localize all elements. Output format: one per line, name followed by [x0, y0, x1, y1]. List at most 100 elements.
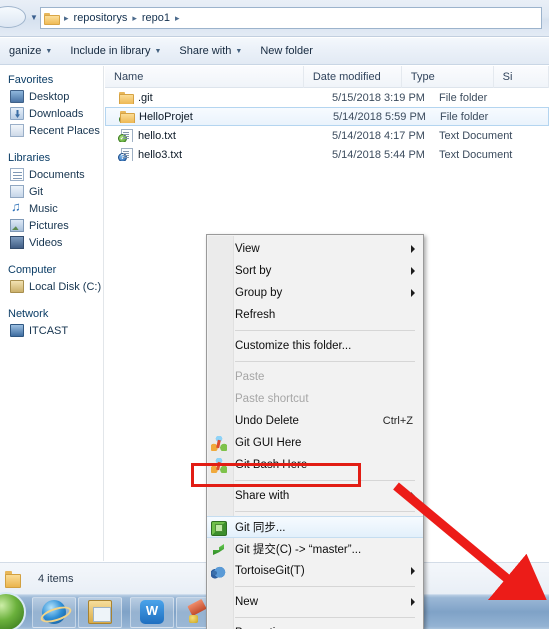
menu-separator-6 [235, 617, 415, 618]
menu-refresh[interactable]: Refresh [207, 304, 423, 326]
file-name-cell: HelloProjet [106, 110, 324, 123]
menu-group-by[interactable]: Group by [207, 282, 423, 304]
organize-menu[interactable]: ganize ▼ [0, 40, 61, 62]
taskbar-button-internet-explorer[interactable] [32, 596, 76, 628]
table-row[interactable]: hello3.txt 5/14/2018 5:44 PM Text Document [105, 145, 549, 164]
file-name-label: HelloProjet [139, 110, 193, 123]
chevron-right-icon [411, 567, 415, 575]
sidebar-item-music[interactable]: Music [0, 199, 103, 217]
menu-share-with[interactable]: Share with [207, 485, 423, 507]
breadcrumb-repositorys[interactable]: repositorys [72, 9, 130, 27]
sidebar-item-itcast[interactable]: ITCAST [0, 322, 103, 339]
chevron-right-icon [411, 267, 415, 275]
menu-item-label: Paste shortcut [235, 393, 309, 405]
file-name-label: hello.txt [138, 129, 176, 142]
nav-group-network[interactable]: Network [0, 306, 103, 322]
nav-group-computer[interactable]: Computer [0, 262, 103, 278]
breadcrumb-repo1[interactable]: repo1 [140, 9, 172, 27]
git-icon [211, 436, 227, 451]
taskbar-button-notes-app[interactable] [78, 596, 122, 628]
downloads-icon [10, 107, 24, 120]
folder-icon [119, 91, 134, 104]
sidebar-item-label: Documents [29, 168, 85, 181]
navigation-buttons[interactable]: ▼ [0, 6, 40, 28]
column-header-name[interactable]: Name [105, 65, 304, 88]
menu-item-label: Sort by [235, 265, 272, 277]
menu-customize-this-folder[interactable]: Customize this folder... [207, 335, 423, 357]
git-modified-overlay-icon [118, 134, 127, 142]
nav-group-spacer [0, 295, 103, 306]
file-type-cell: File folder [440, 110, 489, 123]
share-with-menu[interactable]: Share with ▼ [170, 40, 251, 62]
table-row[interactable]: HelloProjet 5/14/2018 5:59 PM File folder [105, 107, 549, 126]
menu-item-label: View [235, 243, 260, 255]
menu-item-label: Share with [235, 490, 290, 502]
recent-places-icon [10, 124, 24, 137]
nav-group-libraries[interactable]: Libraries [0, 150, 103, 166]
sidebar-item-documents[interactable]: Documents [0, 166, 103, 183]
taskbar-button-wps-writer[interactable] [130, 596, 174, 628]
menu-item-label: TortoiseGit(T) [235, 565, 305, 577]
back-forward-buttons[interactable] [0, 6, 26, 28]
sidebar-item-desktop[interactable]: Desktop [0, 88, 103, 105]
chevron-right-icon [411, 598, 415, 606]
menu-item-label: Refresh [235, 309, 276, 321]
chevron-right-icon [411, 289, 415, 297]
sidebar-item-pictures[interactable]: Pictures [0, 217, 103, 234]
sidebar-item-label: Pictures [29, 219, 69, 232]
table-row[interactable]: hello.txt 5/14/2018 4:17 PM Text Document [105, 126, 549, 145]
menu-git-sync[interactable]: Git 同步... [207, 516, 423, 538]
sidebar-item-label: Local Disk (C:) [29, 280, 102, 293]
command-toolbar: ganize ▼ Include in library ▼ Share with… [0, 38, 549, 65]
navigation-pane[interactable]: Favorites Desktop Downloads Recent Places Li… [0, 66, 104, 561]
column-header-size[interactable]: Si [494, 65, 549, 88]
file-date-cell: 5/14/2018 4:17 PM [332, 129, 425, 142]
menu-tortoisegit[interactable]: TortoiseGit(T) [207, 560, 423, 582]
nav-group-favorites[interactable]: Favorites [0, 72, 103, 88]
sidebar-item-label: Videos [29, 236, 63, 249]
text-document-icon [118, 129, 133, 142]
pictures-icon [10, 219, 24, 232]
chevron-down-icon: ▼ [235, 47, 243, 55]
file-name-cell: hello3.txt [105, 148, 323, 161]
sidebar-item-recent-places[interactable]: Recent Places [0, 122, 103, 139]
organize-label: ganize [9, 45, 42, 57]
menu-git-gui-here[interactable]: Git GUI Here [207, 432, 423, 454]
menu-item-label: Paste [235, 371, 265, 383]
documents-icon [10, 168, 24, 181]
sidebar-item-local-disk-c[interactable]: Local Disk (C:) [0, 278, 103, 295]
context-menu[interactable]: View Sort by Group by Refresh Customize this… [206, 234, 424, 629]
sidebar-item-downloads[interactable]: Downloads [0, 105, 103, 122]
sidebar-item-git[interactable]: Git [0, 183, 103, 200]
breadcrumb-separator-1[interactable]: ▸ [129, 13, 140, 24]
address-field[interactable]: ▸ repositorys ▸ repo1 ▸ [40, 7, 542, 29]
sidebar-item-videos[interactable]: Videos [0, 234, 103, 251]
text-document-icon [118, 148, 133, 161]
menu-undo-delete[interactable]: Undo Delete Ctrl+Z [207, 410, 423, 432]
menu-properties[interactable]: Properties [207, 622, 423, 629]
file-date-cell: 5/14/2018 5:59 PM [333, 110, 426, 123]
breadcrumb-separator-0[interactable]: ▸ [61, 13, 72, 24]
internet-explorer-icon [42, 600, 66, 624]
menu-sort-by[interactable]: Sort by [207, 260, 423, 282]
menu-paste: Paste [207, 366, 423, 388]
column-header-type[interactable]: Type [402, 65, 494, 88]
file-name-label: .git [138, 91, 153, 104]
menu-git-bash-here[interactable]: Git Bash Here [207, 454, 423, 476]
sidebar-item-label: Recent Places [29, 124, 100, 137]
menu-git-commit-master[interactable]: Git 提交(C) -> “master”... [207, 538, 423, 560]
status-item-count: 4 items [38, 572, 74, 585]
new-folder-button[interactable]: New folder [251, 40, 322, 62]
table-row[interactable]: .git 5/15/2018 3:19 PM File folder [105, 88, 549, 107]
file-type-cell: Text Document [439, 129, 513, 142]
desktop-icon [10, 90, 24, 103]
breadcrumb-separator-2[interactable]: ▸ [172, 13, 183, 24]
menu-new[interactable]: New [207, 591, 423, 613]
menu-view[interactable]: View [207, 238, 423, 260]
file-name-cell: .git [105, 91, 323, 104]
folder-icon [119, 110, 135, 123]
history-dropdown-icon[interactable]: ▼ [28, 10, 40, 24]
include-in-library-menu[interactable]: Include in library ▼ [61, 40, 170, 62]
column-header-date-modified[interactable]: Date modified [304, 65, 402, 88]
menu-paste-shortcut: Paste shortcut [207, 388, 423, 410]
